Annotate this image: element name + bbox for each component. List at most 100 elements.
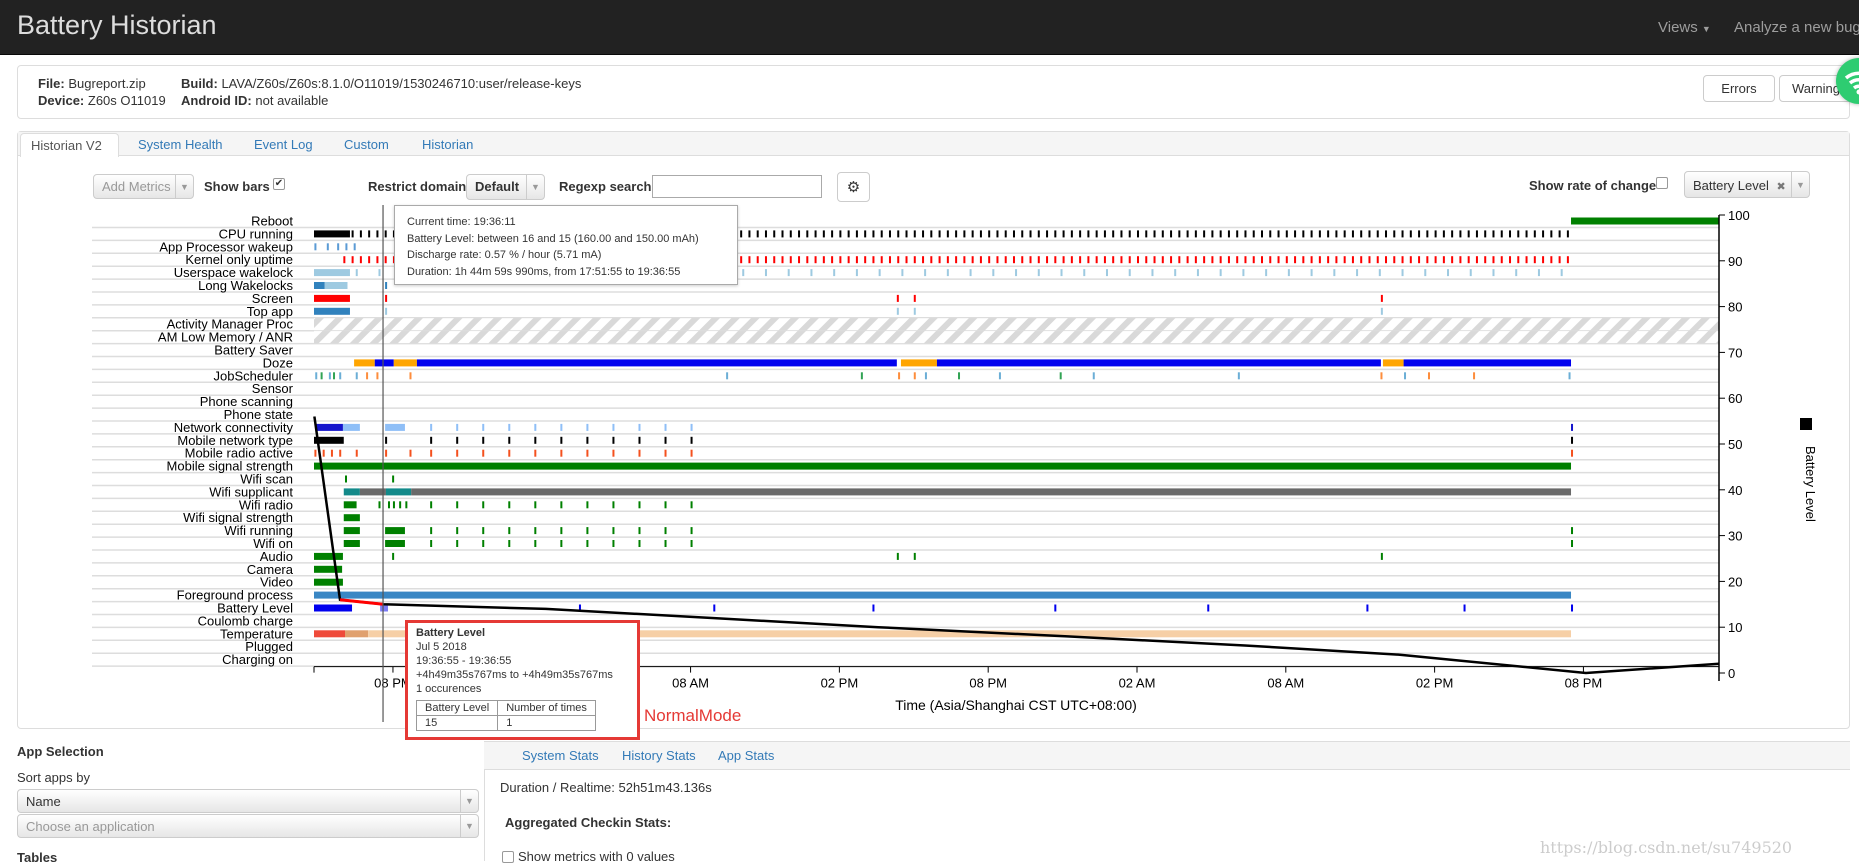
event-tick xyxy=(560,527,562,534)
event-tooltip-table: Battery LevelNumber of times 151 xyxy=(416,700,596,731)
event-bar xyxy=(345,630,368,637)
event-tick xyxy=(1360,256,1362,263)
event-tick xyxy=(456,540,458,547)
event-tick xyxy=(430,540,432,547)
event-bar xyxy=(314,269,350,276)
event-tick xyxy=(839,256,841,263)
event-tick xyxy=(534,527,536,534)
event-tick xyxy=(1269,230,1271,237)
event-bar xyxy=(394,359,417,366)
event-tick xyxy=(1473,372,1475,379)
event-tick xyxy=(1459,230,1461,237)
event-tick xyxy=(315,372,317,379)
sort-apps-select[interactable]: Name▼ xyxy=(17,789,479,813)
event-tick xyxy=(1178,256,1180,263)
event-tick xyxy=(1015,269,1017,276)
event-bar xyxy=(314,566,342,573)
event-tick xyxy=(1402,269,1404,276)
event-tick xyxy=(922,230,924,237)
event-tick xyxy=(947,256,949,263)
event-tick xyxy=(815,256,817,263)
event-tick xyxy=(321,372,323,379)
event-tick xyxy=(988,230,990,237)
event-tick xyxy=(806,256,808,263)
event-tick xyxy=(999,372,1001,379)
event-tick xyxy=(482,501,484,508)
event-tooltip-offset: +4h49m35s767ms to +4h49m35s767ms xyxy=(416,668,629,682)
event-tick xyxy=(925,372,927,379)
tab-system-stats[interactable]: System Stats xyxy=(522,748,599,763)
event-tick xyxy=(1203,230,1205,237)
event-tick xyxy=(1087,256,1089,263)
event-tick xyxy=(1393,256,1395,263)
event-tick xyxy=(872,230,874,237)
event-tick xyxy=(856,269,858,276)
event-tick xyxy=(385,295,387,302)
event-tick xyxy=(1484,230,1486,237)
event-tick xyxy=(1288,269,1290,276)
event-tick xyxy=(356,269,358,276)
event-tick xyxy=(360,256,362,263)
event-tick xyxy=(980,230,982,237)
event-tick xyxy=(972,230,974,237)
event-tick xyxy=(1187,230,1189,237)
app-selection-heading: App Selection xyxy=(17,744,104,759)
watermark: https://blog.csdn.net/su749520 xyxy=(1540,838,1792,857)
tab-history-stats[interactable]: History Stats xyxy=(622,748,696,763)
event-tick xyxy=(385,450,387,457)
event-tick xyxy=(1426,230,1428,237)
chevron-down-icon: ▼ xyxy=(460,815,478,837)
event-tick xyxy=(345,476,347,483)
event-tick xyxy=(385,256,387,263)
event-tick xyxy=(1112,230,1114,237)
event-tick xyxy=(1261,230,1263,237)
event-bar xyxy=(314,605,352,612)
event-tick xyxy=(897,553,899,560)
event-tick xyxy=(872,605,874,612)
event-tick xyxy=(482,540,484,547)
event-tick xyxy=(713,605,715,612)
event-tick xyxy=(665,437,667,444)
event-tick xyxy=(1129,269,1131,276)
chevron-down-icon: ▼ xyxy=(460,790,478,812)
event-tick xyxy=(376,230,378,237)
event-tick xyxy=(1418,230,1420,237)
choose-application-select[interactable]: Choose an application▼ xyxy=(17,814,479,838)
event-tick xyxy=(352,230,354,237)
event-bar xyxy=(314,463,1571,470)
show-zero-metrics-checkbox[interactable] xyxy=(502,851,514,863)
event-tick xyxy=(339,372,341,379)
event-tick xyxy=(765,269,767,276)
event-tick xyxy=(1476,230,1478,237)
event-tick xyxy=(508,540,510,547)
tab-app-stats[interactable]: App Stats xyxy=(718,748,774,763)
event-tick xyxy=(1492,269,1494,276)
event-tick xyxy=(691,527,693,534)
event-tick xyxy=(1319,256,1321,263)
row-label: Charging on xyxy=(222,652,293,667)
x-tick-label: 02 AM xyxy=(1119,676,1156,691)
event-tick xyxy=(366,372,368,379)
event-bar xyxy=(385,540,405,547)
event-tick xyxy=(1380,372,1382,379)
event-tick xyxy=(1443,230,1445,237)
event-tick xyxy=(1538,269,1540,276)
event-tick xyxy=(534,501,536,508)
event-tick xyxy=(1079,230,1081,237)
event-tick xyxy=(1517,256,1519,263)
event-tick xyxy=(586,501,588,508)
event-tick xyxy=(1063,256,1065,263)
event-tick xyxy=(839,230,841,237)
timeline-chart[interactable]: RebootCPU runningApp Processor wakeupKer… xyxy=(0,0,1859,861)
tooltip-line: Duration: 1h 44m 59s 990ms, from 17:51:5… xyxy=(407,264,725,281)
event-tick xyxy=(482,450,484,457)
event-tick xyxy=(1054,256,1056,263)
tooltip-line: Current time: 19:36:11 xyxy=(407,214,725,231)
event-tick xyxy=(1286,230,1288,237)
event-tick xyxy=(1269,256,1271,263)
event-tick xyxy=(1534,256,1536,263)
event-tick xyxy=(1286,256,1288,263)
event-tick xyxy=(898,372,900,379)
event-tick xyxy=(1211,230,1213,237)
event-tick xyxy=(955,256,957,263)
